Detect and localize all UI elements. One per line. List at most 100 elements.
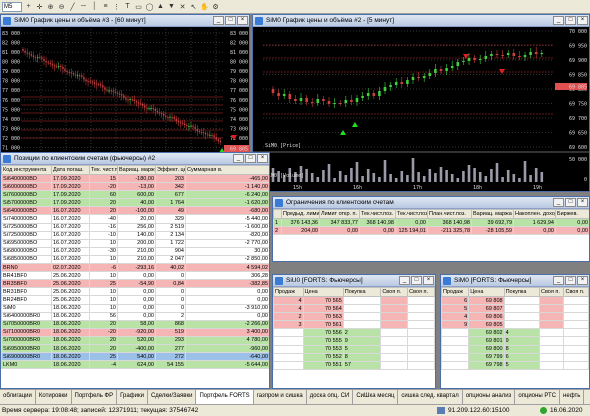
own-sell-cell[interactable] xyxy=(538,320,565,330)
positions-row[interactable]: Si7050000BR0 18.06.2020 20 58,00 868 -2 266,0… xyxy=(1,319,269,329)
cursor-tool-icon[interactable]: ↖ xyxy=(189,2,198,11)
buy-volume[interactable]: 57 xyxy=(342,360,382,370)
limits-row[interactable]: 2 204,00 0,00 0,00 125 194,01 -211 325,78 -28 … xyxy=(273,226,589,236)
own-sell-cell[interactable] xyxy=(380,336,409,346)
orderbook1-titlebar[interactable]: SiU0 [FORTS: Фьючерсы] _ □ × xyxy=(273,275,435,287)
buy-volume[interactable]: 5 xyxy=(503,360,540,370)
own-sell-cell[interactable] xyxy=(538,304,565,314)
positions-col-header[interactable]: Вариац. маржа xyxy=(117,165,156,175)
orderbook1-level-row[interactable]: 70 556 2 xyxy=(273,328,435,338)
sell-volume[interactable] xyxy=(273,352,304,362)
workspace-tab[interactable]: опционы анализ xyxy=(463,390,516,404)
price-level[interactable]: 70 555 xyxy=(302,336,344,346)
minimize-button[interactable]: _ xyxy=(553,198,564,207)
positions-col-header[interactable]: Эффект. цена xyxy=(155,165,186,175)
limits-col-header[interactable]: План.чист.поз. xyxy=(427,209,472,219)
buy-volume[interactable]: 6 xyxy=(503,352,540,362)
own-sell-cell[interactable] xyxy=(380,360,409,370)
own-buy-cell[interactable] xyxy=(563,312,589,322)
own-buy-cell[interactable] xyxy=(563,352,589,362)
buy-volume[interactable]: 8 xyxy=(342,352,382,362)
positions-row[interactable]: Si6950000BR0 18.06.2020 20 -400,00 277 -960,0… xyxy=(1,343,269,354)
buy-volume[interactable] xyxy=(342,320,382,330)
workspace-tab[interactable]: доска опц. СИ xyxy=(307,390,354,404)
positions-row[interactable]: Si5700000BD 17.09.2020 20 40,00 1 764 -1 620,… xyxy=(1,198,269,208)
positions-row[interactable]: Si6950000BO 16.07.2020 10 200,00 1 722 -2 770… xyxy=(1,238,269,248)
own-buy-cell[interactable] xyxy=(407,312,435,322)
timeframe-select[interactable]: M5 xyxy=(2,1,22,12)
own-sell-cell[interactable] xyxy=(538,344,565,354)
price-level[interactable]: 69 806 xyxy=(468,312,505,322)
orderbook1-level-row[interactable]: 70 553 5 xyxy=(273,344,435,354)
orderbook2-level-row[interactable]: 69 800 8 xyxy=(441,344,589,354)
chart1-titlebar[interactable]: SiM0 График цены и объёма #3 - [60 минут… xyxy=(1,15,249,27)
positions-row[interactable]: BR35BF0 25.06.2020 25 -54,90 0,84 -382,85 xyxy=(1,279,269,289)
channel-tool-icon[interactable]: ≡ xyxy=(101,2,110,11)
positions-col-header[interactable]: Тек. чист.поз. xyxy=(89,165,118,175)
price-level[interactable]: 70 564 xyxy=(302,304,344,314)
limits-row[interactable]: 1 376 143,36 347 833,77 368 140,98 0,00 368 1… xyxy=(273,217,589,228)
workspace-tab[interactable]: СиШка месяц xyxy=(353,390,399,404)
buy-volume[interactable] xyxy=(342,304,382,314)
close-button[interactable]: × xyxy=(237,16,248,25)
price-level[interactable]: 70 552 xyxy=(302,352,344,362)
rect-tool-icon[interactable]: ▭ xyxy=(134,2,143,11)
close-button[interactable]: × xyxy=(577,16,588,25)
minimize-button[interactable]: _ xyxy=(213,16,224,25)
maximize-button[interactable]: □ xyxy=(565,276,576,285)
orderbook1-level-row[interactable]: 70 555 9 xyxy=(273,336,435,346)
orderbook1-level-row[interactable]: 70 552 8 xyxy=(273,352,435,362)
positions-row[interactable]: Si7000000BR0 18.06.2020 20 520,00 293 4 780,0… xyxy=(1,335,269,345)
zoom-in-icon[interactable]: + xyxy=(24,2,33,11)
own-buy-cell[interactable] xyxy=(407,295,435,306)
buy-volume[interactable] xyxy=(342,312,382,322)
orderbook2-titlebar[interactable]: SiM0 [FORTS: Фьючерсы] _ □ × xyxy=(441,275,589,287)
sell-volume[interactable] xyxy=(441,360,470,370)
fib-tool-icon[interactable]: ⋮ xyxy=(112,2,121,11)
orderbook2-level-row[interactable]: 9 69 805 xyxy=(441,320,589,330)
limits-titlebar[interactable]: Ограничения по клиентским счетам _ □ × xyxy=(273,197,589,209)
own-buy-cell[interactable] xyxy=(407,328,435,338)
limits-col-header[interactable]: Биржев. xyxy=(555,209,589,219)
close-button[interactable]: × xyxy=(577,276,588,285)
own-buy-cell[interactable] xyxy=(563,360,589,370)
own-buy-cell[interactable] xyxy=(563,304,589,314)
maximize-button[interactable]: □ xyxy=(565,198,576,207)
workspace-tab[interactable]: облигации xyxy=(0,390,36,404)
buy-volume[interactable]: 4 xyxy=(503,328,540,338)
arrow-up-tool-icon[interactable]: ▲ xyxy=(156,2,165,11)
sell-volume[interactable]: 2 xyxy=(273,312,304,322)
orderbook1-level-row[interactable]: 2 70 563 xyxy=(273,312,435,322)
own-buy-cell[interactable] xyxy=(407,352,435,362)
positions-col-header[interactable]: Суммарная в. xyxy=(185,165,269,175)
price-level[interactable]: 70 565 xyxy=(302,295,344,306)
positions-row[interactable]: Si6800000BO 16.07.2020 -30 210,00 904 30,00 xyxy=(1,246,269,256)
ellipse-tool-icon[interactable]: ◯ xyxy=(145,2,154,11)
buy-volume[interactable]: 9 xyxy=(342,336,382,346)
positions-row[interactable]: Si6400000BD 16.07.2020 20 -100,00 49 -680,00 xyxy=(1,206,269,216)
positions-row[interactable]: BR31BF0 25.06.2020 10 0,00 0 0,00 xyxy=(1,287,269,297)
arrow-down-tool-icon[interactable]: ▼ xyxy=(167,2,176,11)
sell-volume[interactable]: 4 xyxy=(273,295,304,306)
positions-row[interactable]: Si7400000BO 16.07.2020 -40 20,00 329 -5 440,0… xyxy=(1,214,269,224)
workspace-tab[interactable]: сишка след. квартал xyxy=(398,390,463,404)
own-sell-cell[interactable] xyxy=(380,312,409,322)
sell-volume[interactable] xyxy=(441,328,470,338)
sell-volume[interactable] xyxy=(273,344,304,354)
orderbook1-level-row[interactable]: 4 70 564 xyxy=(273,304,435,314)
minimize-button[interactable]: _ xyxy=(553,276,564,285)
own-sell-cell[interactable] xyxy=(538,295,565,306)
own-sell-cell[interactable] xyxy=(538,360,565,370)
orderbook1-level-row[interactable]: 3 70 561 xyxy=(273,320,435,330)
positions-row[interactable]: Si6000000BD 17.09.2020 -20 -13,00 342 -1 140,… xyxy=(1,182,269,192)
sell-volume[interactable]: 5 xyxy=(441,304,470,314)
workspace-tab[interactable]: газпром и сишка xyxy=(254,390,307,404)
buy-volume[interactable]: 9 xyxy=(503,336,540,346)
positions-col-header[interactable]: Код инструмента xyxy=(1,165,52,175)
maximize-button[interactable]: □ xyxy=(245,154,256,163)
orderbook2-level-row[interactable]: 69 798 5 xyxy=(441,360,589,370)
sell-volume[interactable] xyxy=(441,352,470,362)
orderbook2-level-row[interactable]: 69 801 9 xyxy=(441,336,589,346)
close-button[interactable]: × xyxy=(423,276,434,285)
own-buy-cell[interactable] xyxy=(563,344,589,354)
